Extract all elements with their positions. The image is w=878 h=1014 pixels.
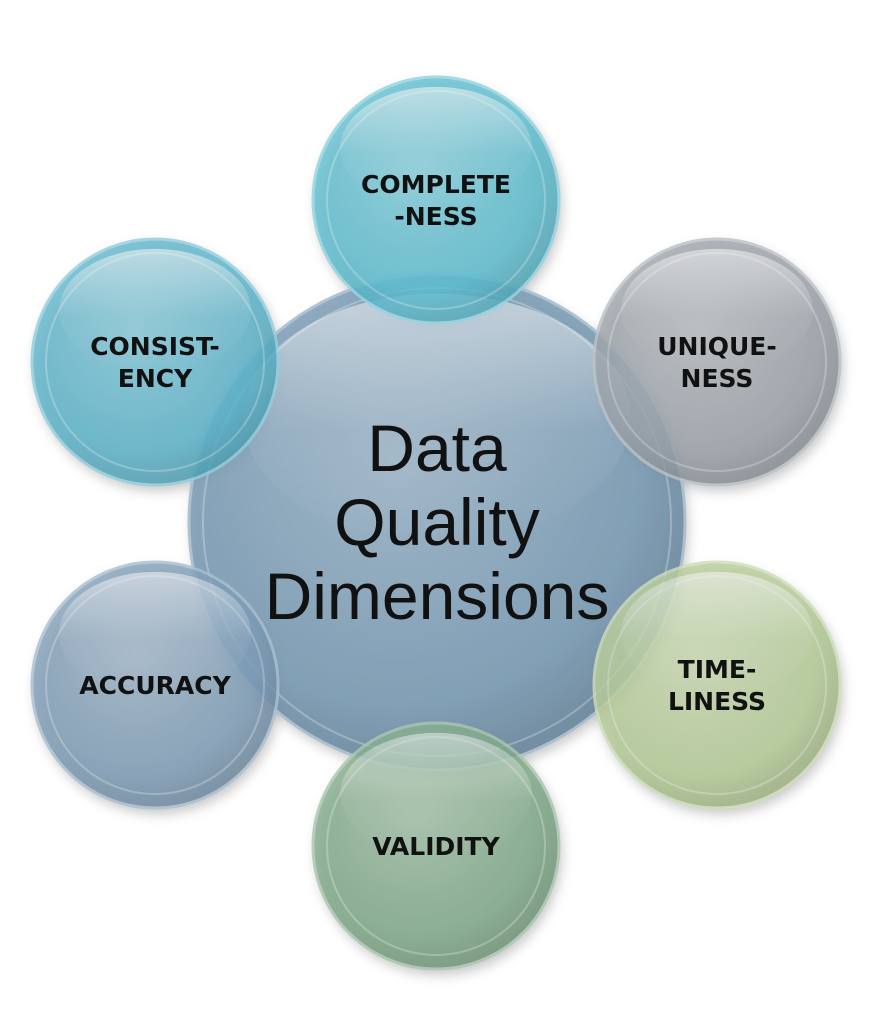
node-consistency-label-line: CONSIST- xyxy=(90,332,220,361)
node-uniqueness-label-line: UNIQUE- xyxy=(657,332,777,361)
node-timeliness-label-line: LINESS xyxy=(668,687,766,716)
center-hub-label-line: Dimensions xyxy=(265,559,610,633)
node-timeliness-circle xyxy=(592,560,842,810)
node-completeness-label-line: -NESS xyxy=(394,202,477,231)
node-validity-label: VALIDITY xyxy=(372,832,500,861)
center-hub-label-line: Quality xyxy=(334,485,539,559)
node-accuracy-label-line: ACCURACY xyxy=(79,671,231,700)
node-consistency-label-line: ENCY xyxy=(118,364,193,393)
data-quality-diagram: Data Quality Dimensions COMPLETE -NESS UNIQUE… xyxy=(30,75,843,975)
node-uniqueness-circle xyxy=(592,237,842,487)
node-timeliness-label-line: TIME- xyxy=(678,655,757,684)
node-uniqueness-label-line: NESS xyxy=(681,364,754,393)
center-hub-label-line: Data xyxy=(367,411,507,485)
node-consistency-circle xyxy=(30,237,280,487)
node-completeness-label-line: COMPLETE xyxy=(361,170,511,199)
node-accuracy-label: ACCURACY xyxy=(79,671,231,700)
node-completeness-circle xyxy=(311,75,561,325)
node-validity-label-line: VALIDITY xyxy=(372,832,500,861)
